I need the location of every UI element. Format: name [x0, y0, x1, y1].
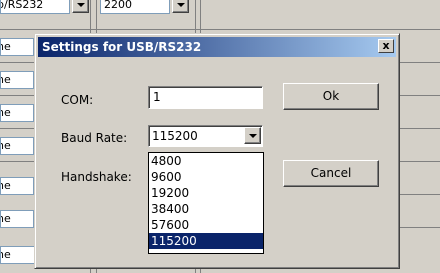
grid-divider	[0, 29, 440, 30]
bg-port-field[interactable]: b/RS232	[0, 0, 70, 14]
baud-option-selected[interactable]: 115200	[149, 233, 263, 249]
bg-value-field[interactable]: 2200	[100, 0, 170, 14]
baud-option[interactable]: 57600	[149, 217, 263, 233]
baud-rate-select[interactable]: 115200	[148, 125, 263, 147]
bg-row-field[interactable]: ne	[0, 210, 34, 228]
bg-row-field[interactable]: ne	[0, 71, 34, 89]
ok-button-label: Ok	[322, 89, 340, 103]
dialog-title: Settings for USB/RS232	[42, 40, 202, 54]
baud-rate-dropdown-list[interactable]: 4800 9600 19200 38400 57600 115200	[148, 152, 264, 254]
baud-rate-value: 115200	[152, 129, 198, 143]
close-icon: x	[382, 39, 390, 52]
baud-option[interactable]: 38400	[149, 201, 263, 217]
dialog-titlebar[interactable]: Settings for USB/RS232 x	[38, 37, 396, 57]
bg-dropdown-button[interactable]	[72, 0, 89, 13]
handshake-label: Handshake:	[61, 170, 132, 184]
cancel-button[interactable]: Cancel	[283, 160, 379, 187]
baud-option[interactable]: 19200	[149, 185, 263, 201]
bg-row-field[interactable]: ne	[0, 177, 34, 195]
baud-rate-label: Baud Rate:	[61, 131, 128, 145]
com-input-value: 1	[153, 90, 161, 104]
com-label: COM:	[61, 93, 94, 107]
baud-option[interactable]: 9600	[149, 169, 263, 185]
ok-button[interactable]: Ok	[283, 83, 379, 110]
bg-row-field[interactable]: ne	[0, 104, 34, 122]
baud-option[interactable]: 4800	[149, 153, 263, 169]
com-input[interactable]: 1	[148, 86, 263, 109]
close-button[interactable]: x	[378, 39, 394, 53]
bg-row-field[interactable]: ne	[0, 137, 34, 155]
cancel-button-label: Cancel	[310, 166, 352, 180]
bg-dropdown-button[interactable]	[172, 0, 189, 13]
chevron-down-icon[interactable]	[244, 127, 261, 144]
bg-row-field[interactable]: ne	[0, 38, 34, 56]
